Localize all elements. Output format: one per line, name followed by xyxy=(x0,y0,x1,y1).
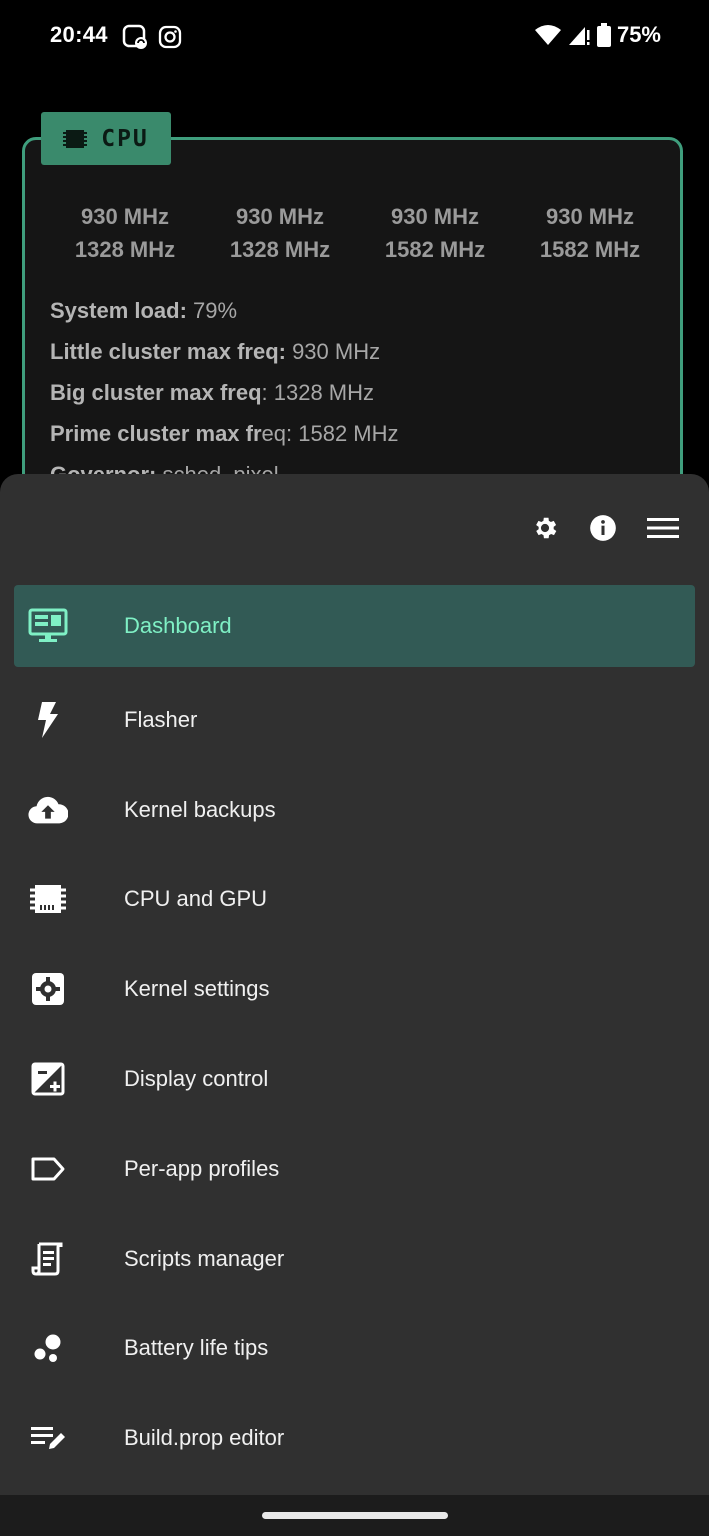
cloud-upload-icon xyxy=(28,790,68,830)
cpu-card-tag: CPU xyxy=(41,112,171,165)
core-max-freq: 1582 MHz xyxy=(384,237,486,262)
sync-app-icon xyxy=(122,24,147,49)
chip-icon xyxy=(63,129,88,148)
info-icon[interactable] xyxy=(589,514,617,542)
nav-item-build-prop-editor[interactable]: Build.prop editor xyxy=(14,1393,695,1483)
core-min-freq: 930 MHz xyxy=(545,204,635,229)
core-max-freq: 1582 MHz xyxy=(539,237,641,262)
core-frequency: 930 MHz 1582 MHz xyxy=(365,200,505,266)
gear-box-icon xyxy=(28,969,68,1009)
status-bar: 20:44 75% xyxy=(0,0,709,72)
flash-icon xyxy=(28,700,68,740)
stat-little-cluster: Little cluster max freq: 930 MHz xyxy=(50,331,399,372)
nav-item-per-app-profiles[interactable]: Per-app profiles xyxy=(14,1124,695,1214)
nav-item-kernel-backups[interactable]: Kernel backups xyxy=(14,765,695,855)
cpu-stats: System load: 79% Little cluster max freq… xyxy=(50,290,399,495)
stat-system-load: System load: 79% xyxy=(50,290,399,331)
core-min-freq: 930 MHz xyxy=(235,204,325,229)
edit-list-icon xyxy=(28,1418,68,1458)
stat-label: Big cluster max freq xyxy=(50,380,262,405)
stat-value: 79% xyxy=(186,298,238,323)
bubbles-icon xyxy=(28,1328,68,1368)
nav-item-battery-life-tips[interactable]: Battery life tips xyxy=(14,1304,695,1394)
core-max-freq: 1328 MHz xyxy=(74,237,176,262)
wifi-icon xyxy=(534,25,561,45)
stat-big-cluster: Big cluster max freq: 1328 MHz xyxy=(50,372,399,413)
stat-value: 930 MHz xyxy=(285,339,381,364)
battery-icon xyxy=(596,23,611,47)
nav-item-display-control[interactable]: Display control xyxy=(14,1034,695,1124)
notification-icons xyxy=(122,24,182,50)
nav-item-cpu-and-gpu[interactable]: CPU and GPU xyxy=(14,855,695,945)
nav-label: Display control xyxy=(124,1066,269,1092)
core-min-freq: 930 MHz xyxy=(80,204,170,229)
system-icons: 75% xyxy=(534,22,661,48)
menu-icon[interactable] xyxy=(647,516,679,540)
navigation-drawer[interactable]: Dashboard Flasher Kernel backups CPU and… xyxy=(0,474,709,1536)
nav-list: Dashboard Flasher Kernel backups CPU and… xyxy=(14,585,695,1483)
nav-label: Kernel backups xyxy=(124,796,276,822)
stat-value: : 1328 MHz xyxy=(261,380,375,405)
core-frequency: 930 MHz 1582 MHz xyxy=(520,200,660,266)
home-gesture-handle[interactable] xyxy=(262,1512,448,1519)
nav-label: CPU and GPU xyxy=(124,886,268,912)
core-frequency: 930 MHz 1328 MHz xyxy=(210,200,350,266)
exposure-icon xyxy=(28,1059,68,1099)
stat-label: Little cluster max freq: xyxy=(50,339,286,364)
chip-icon xyxy=(28,879,68,919)
core-frequency: 930 MHz 1328 MHz xyxy=(55,200,195,266)
signal-icon xyxy=(568,27,590,45)
stat-label: Prime cluster max fr xyxy=(50,421,262,446)
nav-label: Build.prop editor xyxy=(124,1425,285,1451)
nav-label: Dashboard xyxy=(124,613,232,638)
dashboard-icon xyxy=(28,606,68,646)
script-icon xyxy=(28,1239,68,1279)
instagram-icon xyxy=(158,25,182,49)
core-max-freq: 1328 MHz xyxy=(229,237,331,262)
nav-item-kernel-settings[interactable]: Kernel settings xyxy=(14,944,695,1034)
stat-value: eq: 1582 MHz xyxy=(261,421,399,446)
battery-percentage: 75% xyxy=(616,22,661,47)
stat-prime-cluster: Prime cluster max freq: 1582 MHz xyxy=(50,413,399,454)
core-min-freq: 930 MHz xyxy=(390,204,480,229)
nav-item-flasher[interactable]: Flasher xyxy=(14,675,695,765)
core-frequency-grid: 930 MHz 1328 MHz 930 MHz 1328 MHz 930 MH… xyxy=(55,200,660,266)
stat-label: System load: xyxy=(50,298,187,323)
status-time: 20:44 xyxy=(50,22,108,47)
cpu-card-title: CPU xyxy=(101,125,149,152)
nav-label: Scripts manager xyxy=(124,1245,285,1271)
nav-label: Per-app profiles xyxy=(124,1155,280,1181)
nav-label: Flasher xyxy=(124,706,198,732)
drawer-toolbar xyxy=(531,514,679,542)
nav-label: Kernel settings xyxy=(124,976,270,1002)
nav-label: Battery life tips xyxy=(124,1335,269,1361)
nav-item-dashboard[interactable]: Dashboard xyxy=(14,585,695,667)
label-icon xyxy=(28,1149,68,1189)
nav-item-scripts-manager[interactable]: Scripts manager xyxy=(14,1214,695,1304)
settings-icon[interactable] xyxy=(531,514,559,542)
